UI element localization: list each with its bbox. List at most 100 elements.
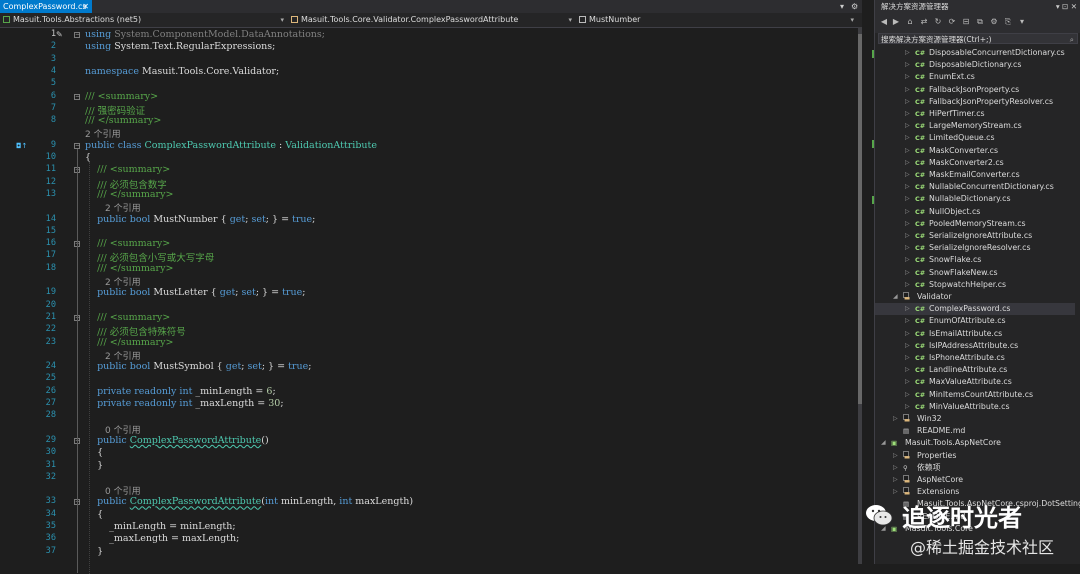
properties-icon[interactable]: ⚙ <box>989 17 999 27</box>
collapsed-arrow-icon[interactable]: ▷ <box>893 413 898 425</box>
code-line[interactable]: /// </summary> <box>85 115 161 126</box>
collapsed-arrow-icon[interactable]: ▷ <box>905 230 910 242</box>
tree-item[interactable]: ▷ C# MaskEmailConverter.cs <box>875 169 1075 181</box>
project-dropdown[interactable]: Masuit.Tools.Abstractions (net5) ▾ <box>0 13 288 27</box>
tree-item[interactable]: ▷ ▬ Win32 <box>875 413 1075 425</box>
sync-icon[interactable]: ⟳ <box>947 17 957 27</box>
tree-item[interactable]: ▷ C# IsIPAddressAttribute.cs <box>875 340 1075 352</box>
tab-complexpassword[interactable]: ComplexPassword.cs ✕ <box>0 0 92 13</box>
tree-item[interactable]: ▷ C# EnumOfAttribute.cs <box>875 315 1075 327</box>
code-editor[interactable]: ComplexPassword.cs ✕ ▾ ⚙ Masuit.Tools.Ab… <box>0 0 862 574</box>
codelens-reference-count[interactable]: 2 个引用 <box>105 275 141 288</box>
collapsed-arrow-icon[interactable]: ▷ <box>893 474 898 486</box>
more-icon[interactable]: ▾ <box>1017 17 1027 27</box>
code-line[interactable]: _minLength = minLength; <box>85 521 235 532</box>
collapsed-arrow-icon[interactable]: ▷ <box>905 193 910 205</box>
tree-item[interactable]: ▷ C# SerializeIgnoreAttribute.cs <box>875 230 1075 242</box>
codelens-reference-count[interactable]: 2 个引用 <box>105 201 141 214</box>
collapsed-arrow-icon[interactable]: ▷ <box>905 315 910 327</box>
tree-item[interactable]: ▷ C# ComplexPassword.cs <box>875 303 1075 316</box>
collapsed-arrow-icon[interactable]: ▷ <box>905 181 910 193</box>
code-line[interactable]: using System.Text.RegularExpressions; <box>85 41 275 52</box>
tree-item[interactable]: ▷ C# FallbackJsonProperty.cs <box>875 84 1075 96</box>
preview-icon[interactable]: ⎘ <box>1003 17 1013 27</box>
tree-item[interactable]: ◢ ▬ Validator <box>875 291 1075 303</box>
code-line[interactable]: public ComplexPasswordAttribute(int minL… <box>85 496 413 507</box>
code-line[interactable]: public ComplexPasswordAttribute() <box>85 435 269 446</box>
code-line[interactable]: { <box>85 509 103 520</box>
expanded-arrow-icon[interactable]: ◢ <box>893 291 898 303</box>
tree-item[interactable]: ▷ C# MinItemsCountAttribute.cs <box>875 389 1075 401</box>
code-line[interactable]: /// <summary> <box>85 312 170 323</box>
code-line[interactable]: /// <summary> <box>85 238 170 249</box>
tree-item[interactable]: ▷ C# MinValueAttribute.cs <box>875 401 1075 413</box>
collapsed-arrow-icon[interactable]: ▷ <box>905 96 910 108</box>
code-line[interactable]: private readonly int _maxLength = 30; <box>85 398 283 409</box>
tree-item[interactable]: ▷ C# MaxValueAttribute.cs <box>875 376 1075 388</box>
tree-item[interactable]: ▤ README.md <box>875 425 1075 437</box>
collapsed-arrow-icon[interactable]: ▷ <box>905 340 910 352</box>
switch-view-icon[interactable]: ⇄ <box>919 17 929 27</box>
tree-item[interactable]: ▷ C# MaskConverter2.cs <box>875 157 1075 169</box>
collapsed-arrow-icon[interactable]: ▷ <box>905 218 910 230</box>
collapsed-arrow-icon[interactable]: ▷ <box>905 389 910 401</box>
code-line[interactable]: namespace Masuit.Tools.Core.Validator; <box>85 66 279 77</box>
code-line[interactable]: _maxLength = maxLength; <box>85 533 239 544</box>
panel-controls[interactable]: ▾ ⊡ ✕ <box>1056 0 1077 13</box>
fold-toggle-icon[interactable]: − <box>74 32 80 38</box>
code-line[interactable]: public bool MustSymbol { get; set; } = t… <box>85 361 311 372</box>
code-line[interactable]: /// <summary> <box>85 164 170 175</box>
code-line[interactable]: /// </summary> <box>85 263 173 274</box>
expanded-arrow-icon[interactable]: ◢ <box>881 437 886 449</box>
show-all-files-icon[interactable]: ⧉ <box>975 17 985 27</box>
collapsed-arrow-icon[interactable]: ▷ <box>905 376 910 388</box>
collapsed-arrow-icon[interactable]: ▷ <box>905 71 910 83</box>
tree-item[interactable]: ▷ C# SnowFlakeNew.cs <box>875 267 1075 279</box>
back-icon[interactable]: ◀ <box>879 17 889 27</box>
tree-item[interactable]: ▷ C# NullObject.cs <box>875 206 1075 218</box>
settings-gear-icon[interactable]: ⚙ <box>851 0 858 13</box>
code-line[interactable]: public bool MustNumber { get; set; } = t… <box>85 214 315 225</box>
collapsed-arrow-icon[interactable]: ▷ <box>905 279 910 291</box>
tree-item[interactable]: ▷ C# NullableDictionary.cs <box>875 193 1075 205</box>
collapsed-arrow-icon[interactable]: ▷ <box>905 352 910 364</box>
code-line[interactable]: /// </summary> <box>85 337 173 348</box>
collapsed-arrow-icon[interactable]: ▷ <box>905 242 910 254</box>
codelens-reference-count[interactable]: 0 个引用 <box>105 423 141 436</box>
collapsed-arrow-icon[interactable]: ▷ <box>905 108 910 120</box>
collapse-all-icon[interactable]: ⊟ <box>961 17 971 27</box>
collapsed-arrow-icon[interactable]: ▷ <box>905 364 910 376</box>
collapsed-arrow-icon[interactable]: ▷ <box>905 206 910 218</box>
code-line[interactable]: } <box>85 460 103 471</box>
code-line[interactable]: /// <summary> <box>85 91 158 102</box>
tree-item[interactable]: ▷ C# LargeMemoryStream.cs <box>875 120 1075 132</box>
collapsed-arrow-icon[interactable]: ▷ <box>905 303 910 315</box>
code-line[interactable]: using System.ComponentModel.DataAnnotati… <box>85 29 325 40</box>
tree-item[interactable]: ▷ C# StopwatchHelper.cs <box>875 279 1075 291</box>
collapsed-arrow-icon[interactable]: ▷ <box>905 328 910 340</box>
code-line[interactable]: { <box>85 447 103 458</box>
collapsed-arrow-icon[interactable]: ▷ <box>905 254 910 266</box>
home-icon[interactable]: ⌂ <box>905 17 915 27</box>
collapsed-arrow-icon[interactable]: ▷ <box>905 84 910 96</box>
tree-item[interactable]: ▷ ▬ Properties <box>875 450 1075 462</box>
tree-item[interactable]: ▷ C# LandlineAttribute.cs <box>875 364 1075 376</box>
codelens-reference-count[interactable]: 2 个引用 <box>85 127 121 140</box>
code-line[interactable]: private readonly int _minLength = 6; <box>85 386 276 397</box>
pending-changes-icon[interactable]: ↻ <box>933 17 943 27</box>
tree-item[interactable]: ▷ ⚲ 依赖项 <box>875 462 1075 474</box>
tree-item[interactable]: ▷ C# DisposableDictionary.cs <box>875 59 1075 71</box>
collapsed-arrow-icon[interactable]: ▷ <box>893 450 898 462</box>
tree-item[interactable]: ▷ C# SerializeIgnoreResolver.cs <box>875 242 1075 254</box>
code-line[interactable]: } <box>85 546 103 557</box>
collapsed-arrow-icon[interactable]: ▷ <box>905 169 910 181</box>
forward-icon[interactable]: ▶ <box>891 17 901 27</box>
fold-toggle-icon[interactable]: − <box>74 93 80 100</box>
solution-search-input[interactable]: 搜索解决方案资源管理器(Ctrl+;) ⌕ <box>878 33 1078 44</box>
collapsed-arrow-icon[interactable]: ▷ <box>905 120 910 132</box>
tree-item[interactable]: ◢ ▣ Masuit.Tools.AspNetCore <box>875 437 1075 449</box>
code-line[interactable]: public class ComplexPasswordAttribute : … <box>85 140 377 151</box>
tree-item[interactable]: ▷ C# SnowFlake.cs <box>875 254 1075 266</box>
close-icon[interactable]: ✕ <box>82 0 89 13</box>
collapsed-arrow-icon[interactable]: ▷ <box>905 132 910 144</box>
